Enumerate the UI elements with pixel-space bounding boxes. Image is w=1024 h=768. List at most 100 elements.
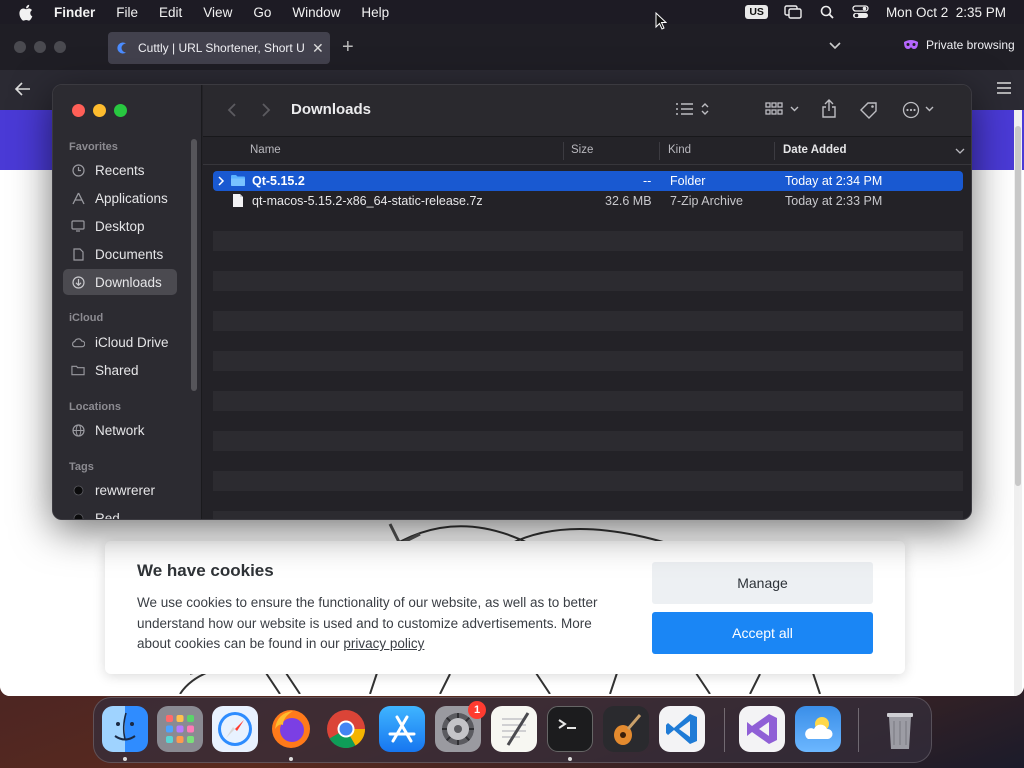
empty-row — [213, 271, 963, 291]
menu-view[interactable]: View — [203, 5, 232, 20]
file-document-icon — [232, 193, 244, 211]
file-date-added: Today at 2:33 PM — [785, 194, 883, 208]
sidebar-item-label: Shared — [95, 362, 139, 378]
list-all-tabs-icon[interactable] — [828, 38, 842, 56]
sidebar-item-label: Downloads — [95, 274, 162, 290]
sidebar-item-label: Recents — [95, 162, 145, 178]
clock-text[interactable]: Mon Oct 2 2:35 PM — [886, 5, 1006, 20]
garageband-app-icon[interactable] — [603, 706, 649, 752]
tab-cuttly[interactable]: Cuttly | URL Shortener, Short U ✕ — [108, 32, 330, 64]
tag-color-dot-icon — [71, 483, 85, 497]
applications-icon — [71, 191, 85, 205]
file-row-qt-folder[interactable]: Qt-5.15.2 -- Folder Today at 2:34 PM — [213, 171, 963, 191]
group-grid-icon[interactable] — [765, 101, 801, 117]
accept-all-cookies-button[interactable]: Accept all — [652, 612, 873, 654]
tab-close-icon[interactable]: ✕ — [312, 40, 324, 57]
new-tab-icon[interactable]: + — [342, 36, 354, 59]
sidebar-item-network[interactable]: Network — [63, 417, 177, 443]
column-header-row: Name Size Kind Date Added — [203, 137, 971, 165]
cookie-banner: We have cookies We use cookies to ensure… — [105, 541, 905, 674]
screen-mirroring-icon[interactable] — [784, 5, 802, 19]
shared-folder-icon — [71, 363, 85, 377]
menu-help[interactable]: Help — [361, 5, 389, 20]
zoom-window-button[interactable] — [114, 104, 127, 117]
apple-menu-icon[interactable] — [18, 4, 36, 21]
sidebar-item-applications[interactable]: Applications — [63, 185, 177, 211]
sidebar-item-documents[interactable]: Documents — [63, 241, 177, 267]
sidebar-item-tag-rewwrerer[interactable]: rewwrerer — [63, 477, 177, 503]
safari-app-icon[interactable] — [212, 706, 258, 752]
browser-tab-bar: Cuttly | URL Shortener, Short U ✕ + Priv… — [0, 24, 1024, 70]
finder-app-icon[interactable] — [102, 706, 148, 752]
empty-row — [213, 391, 963, 411]
hamburger-menu-icon[interactable] — [996, 81, 1012, 100]
cookie-title: We have cookies — [137, 561, 274, 580]
minimize-window-button[interactable] — [93, 104, 106, 117]
app-store-app-icon[interactable] — [379, 706, 425, 752]
chrome-app-icon[interactable] — [323, 706, 369, 752]
textedit-app-icon[interactable] — [491, 706, 537, 752]
spotlight-search-icon[interactable] — [818, 5, 836, 19]
sidebar-item-downloads[interactable]: Downloads — [63, 269, 177, 295]
menu-finder[interactable]: Finder — [54, 5, 95, 20]
file-date-added: Today at 2:34 PM — [785, 174, 883, 188]
menu-go[interactable]: Go — [253, 5, 271, 20]
sidebar-section-icloud: iCloud — [69, 312, 104, 324]
terminal-app-icon[interactable] — [547, 706, 593, 752]
sidebar-item-tag-red[interactable]: Red — [63, 505, 177, 519]
firefox-app-icon[interactable] — [268, 706, 314, 752]
file-kind: 7-Zip Archive — [670, 194, 743, 208]
private-mask-icon — [904, 40, 918, 49]
manage-cookies-button[interactable]: Manage — [652, 562, 873, 604]
menu-window[interactable]: Window — [292, 5, 340, 20]
visual-studio-app-icon[interactable] — [739, 706, 785, 752]
menu-file[interactable]: File — [116, 5, 138, 20]
weather-app-icon[interactable] — [795, 706, 841, 752]
vscode-app-icon[interactable] — [659, 706, 705, 752]
column-header-name[interactable]: Name — [250, 144, 281, 156]
share-icon[interactable] — [821, 99, 837, 119]
file-name: Qt-5.15.2 — [252, 174, 305, 188]
sidebar-item-recents[interactable]: Recents — [63, 157, 177, 183]
close-window-button[interactable] — [72, 104, 85, 117]
sidebar-item-label: iCloud Drive — [95, 334, 169, 350]
tag-icon[interactable] — [859, 101, 879, 119]
column-header-size[interactable]: Size — [571, 144, 593, 156]
cuttly-favicon-icon — [116, 41, 130, 55]
control-center-icon[interactable] — [852, 5, 870, 19]
sidebar-item-desktop[interactable]: Desktop — [63, 213, 177, 239]
disclosure-triangle-icon[interactable] — [217, 175, 225, 189]
file-row-qt-archive[interactable]: qt-macos-5.15.2-x86_64-static-release.7z… — [213, 191, 963, 211]
sidebar-scrollbar[interactable] — [191, 139, 197, 391]
trash-icon[interactable] — [877, 706, 923, 752]
window-controls — [72, 104, 127, 117]
forward-chevron-icon[interactable] — [261, 102, 271, 123]
input-source-indicator[interactable]: US — [745, 5, 768, 19]
back-chevron-icon[interactable] — [227, 102, 237, 123]
sort-chevron-icon[interactable] — [955, 146, 965, 158]
more-actions-icon[interactable] — [902, 101, 938, 119]
cookie-description: We use cookies to ensure the functionali… — [137, 593, 607, 655]
launchpad-app-icon[interactable] — [157, 706, 203, 752]
document-icon — [71, 247, 85, 261]
finder-sidebar: Favorites Recents Applications Desktop D… — [53, 85, 202, 519]
sidebar-item-icloud-drive[interactable]: iCloud Drive — [63, 329, 177, 355]
notification-badge: 1 — [468, 701, 486, 719]
sidebar-section-favorites: Favorites — [69, 141, 118, 153]
menu-edit[interactable]: Edit — [159, 5, 182, 20]
menu-bar: Finder File Edit View Go Window Help US … — [0, 0, 1024, 24]
column-header-date-added[interactable]: Date Added — [783, 144, 846, 156]
back-arrow-icon[interactable] — [14, 81, 32, 102]
list-view-icon[interactable] — [675, 101, 709, 117]
dock — [93, 697, 932, 763]
column-header-kind[interactable]: Kind — [668, 144, 691, 156]
sidebar-item-shared[interactable]: Shared — [63, 357, 177, 383]
file-size: 32.6 MB — [605, 194, 652, 208]
mouse-cursor-icon — [655, 12, 667, 30]
privacy-policy-link[interactable]: privacy policy — [343, 636, 424, 651]
website-scrollbar[interactable] — [1014, 110, 1022, 696]
empty-row — [213, 231, 963, 251]
browser-window-controls[interactable] — [14, 41, 66, 53]
empty-row — [213, 351, 963, 371]
sidebar-item-label: rewwrerer — [95, 482, 156, 498]
